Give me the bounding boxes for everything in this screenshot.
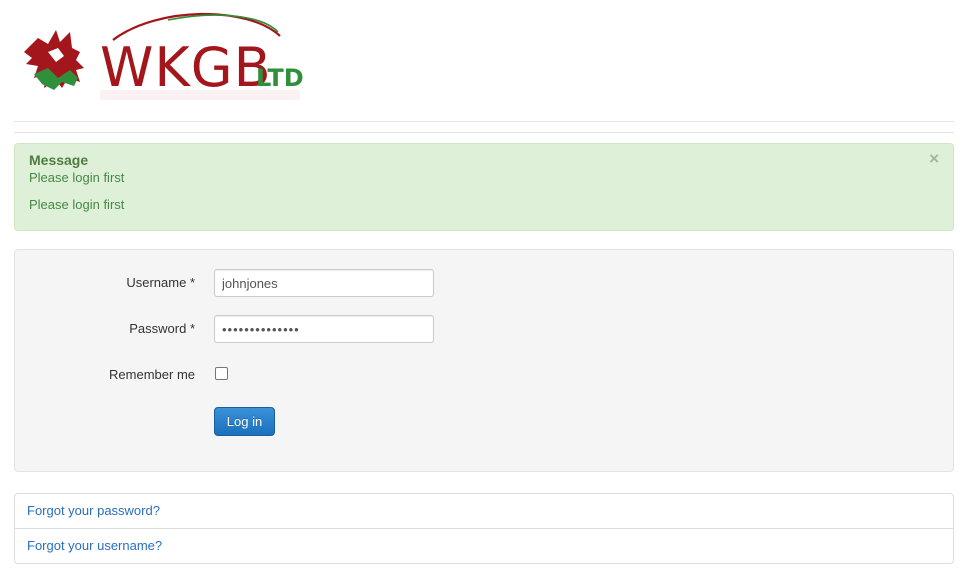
list-item: Forgot your password?: [15, 494, 953, 529]
close-icon[interactable]: ×: [929, 150, 939, 167]
remember-me-checkbox[interactable]: [215, 367, 228, 380]
alert-message: Please login first: [29, 197, 125, 212]
remember-me-label: Remember me: [109, 367, 195, 382]
logo-reflection: [100, 90, 300, 100]
alert-message: Please login first: [29, 170, 125, 185]
wkgb-logo-graphic: WKGB LTD: [24, 12, 304, 100]
message-alert: Message Please login first Please login …: [14, 143, 954, 231]
forgot-password-link[interactable]: Forgot your password?: [27, 503, 160, 518]
forgot-username-link[interactable]: Forgot your username?: [27, 538, 162, 553]
password-label: Password *: [129, 321, 195, 336]
welsh-dragon-icon: [24, 30, 84, 90]
login-form: Username * Password * Remember me Log in: [14, 249, 954, 472]
header-divider-top: [14, 121, 954, 122]
account-help-links: Forgot your password? Forgot your userna…: [14, 493, 954, 564]
username-label: Username *: [126, 275, 195, 290]
login-button[interactable]: Log in: [214, 407, 275, 436]
list-item: Forgot your username?: [15, 529, 953, 564]
alert-heading: Message: [29, 152, 89, 168]
password-input[interactable]: [214, 315, 434, 343]
site-logo[interactable]: WKGB LTD: [18, 8, 308, 108]
logo-letters: WKGB: [100, 36, 272, 99]
username-input[interactable]: [214, 269, 434, 297]
logo-suffix: LTD: [256, 64, 304, 92]
header-divider-bottom: [14, 132, 954, 133]
